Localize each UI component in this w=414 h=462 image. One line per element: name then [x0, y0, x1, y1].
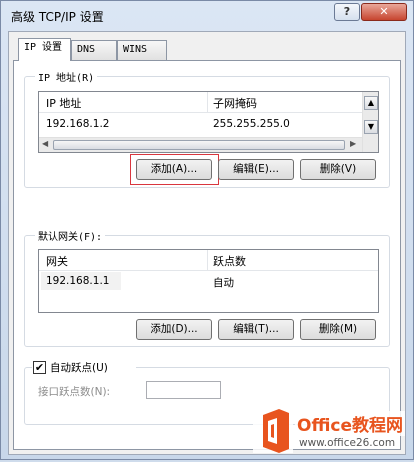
ip-settings-panel: IP 地址(R) IP 地址 子网掩码 192.168.1.2 255.255.…: [13, 60, 401, 450]
auto-metric-label[interactable]: 自动跃点(U): [50, 360, 108, 375]
gateway-list-header: 网关 跃点数: [39, 250, 378, 271]
help-button[interactable]: ?: [334, 3, 360, 21]
column-divider: [207, 250, 208, 270]
add-ip-button[interactable]: 添加(A)...: [136, 159, 212, 180]
column-metric[interactable]: 跃点数: [213, 253, 246, 269]
add-gateway-button[interactable]: 添加(D)...: [136, 319, 212, 340]
column-ip-address[interactable]: IP 地址: [46, 95, 81, 111]
watermark-brand: Office教程网: [295, 411, 406, 436]
dialog-body: IP 设置 DNS WINS IP 地址(R) IP 地址 子网掩码 192.1…: [8, 31, 406, 455]
office-watermark: Office教程网 www.office26.com: [253, 401, 413, 459]
tab-wins[interactable]: WINS: [117, 40, 167, 60]
advanced-tcpip-dialog: 高级 TCP/IP 设置 ? ✕ IP 设置 DNS WINS IP 地址(R)…: [0, 0, 414, 460]
edit-gateway-button[interactable]: 编辑(T)...: [218, 319, 294, 340]
ip-list-header: IP 地址 子网掩码: [39, 92, 378, 113]
gateway-group-label: 默认网关(F):: [35, 228, 106, 243]
remove-ip-button[interactable]: 删除(V): [300, 159, 376, 180]
tab-dns[interactable]: DNS: [71, 40, 117, 60]
column-gateway[interactable]: 网关: [46, 253, 68, 269]
scroll-down-icon[interactable]: ▼: [364, 120, 378, 134]
column-divider: [207, 92, 208, 112]
edit-ip-button[interactable]: 编辑(E)...: [218, 159, 294, 180]
ip-address-cell: 192.168.1.2: [46, 118, 110, 130]
remove-gateway-button[interactable]: 删除(M): [300, 319, 376, 340]
column-subnet-mask[interactable]: 子网掩码: [213, 95, 257, 111]
gateway-list[interactable]: 网关 跃点数 192.168.1.1 自动: [38, 249, 379, 313]
ip-address-group-label: IP 地址(R): [35, 69, 98, 84]
interface-metric-label: 接口跃点数(N):: [38, 386, 111, 398]
scroll-up-icon[interactable]: ▲: [364, 96, 378, 110]
window-title: 高级 TCP/IP 设置: [11, 10, 104, 24]
ip-address-list[interactable]: IP 地址 子网掩码 192.168.1.2 255.255.255.0 ◀ ▶…: [38, 91, 379, 153]
vertical-scrollbar[interactable]: ▲ ▼: [362, 92, 378, 152]
subnet-mask-cell: 255.255.255.0: [213, 118, 290, 130]
auto-metric-row[interactable]: ✔ 自动跃点(U): [32, 360, 136, 374]
watermark-url: www.office26.com: [297, 437, 398, 449]
metric-cell: 自动: [213, 277, 234, 289]
auto-metric-checkbox[interactable]: ✔: [33, 361, 46, 374]
scroll-left-icon[interactable]: ◀: [42, 139, 48, 148]
horizontal-scrollbar[interactable]: ◀ ▶: [39, 137, 362, 152]
close-button[interactable]: ✕: [361, 3, 407, 21]
scroll-right-icon[interactable]: ▶: [350, 139, 356, 148]
horizontal-scroll-thumb[interactable]: [53, 140, 345, 150]
title-bar[interactable]: 高级 TCP/IP 设置 ? ✕: [1, 1, 413, 31]
gateway-cell: 192.168.1.1: [46, 275, 110, 287]
tab-ip-settings[interactable]: IP 设置: [18, 38, 71, 61]
interface-metric-input[interactable]: [146, 381, 221, 399]
